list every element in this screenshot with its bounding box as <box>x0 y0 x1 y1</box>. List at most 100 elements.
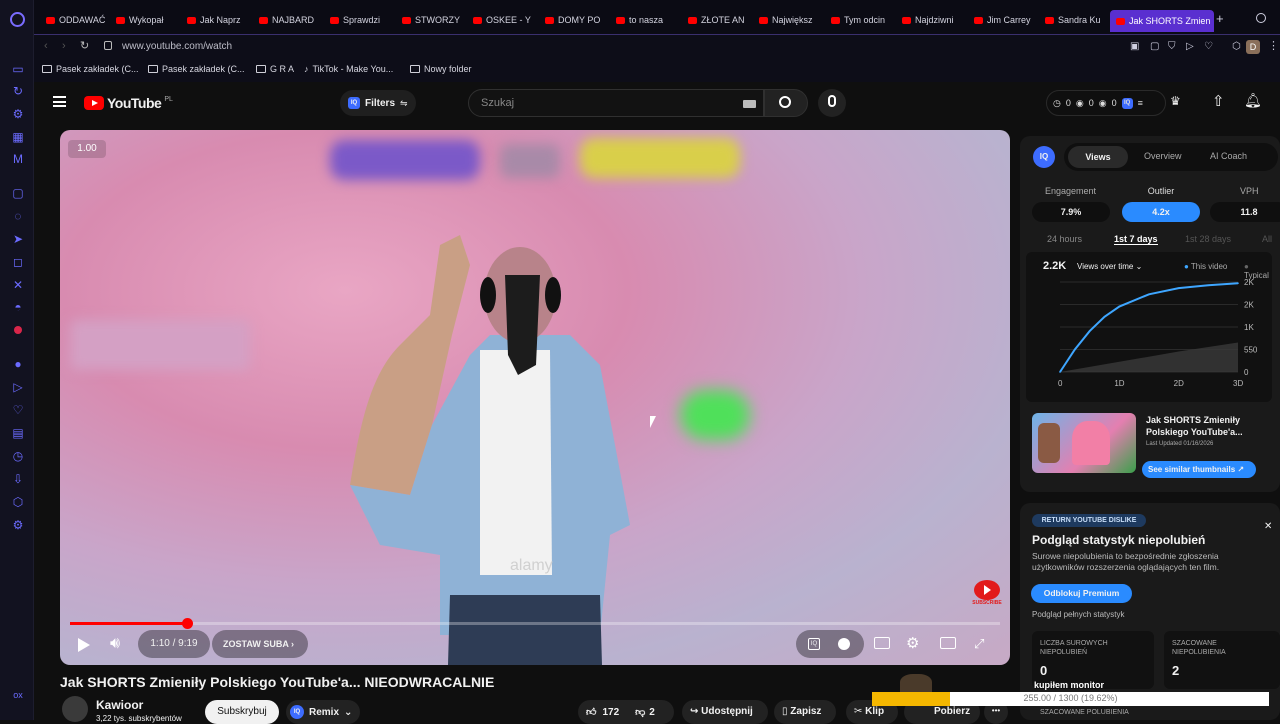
chapter-button[interactable]: ZOSTAW SUBA › <box>212 630 308 658</box>
bookmark-folder[interactable]: Pasek zakładek (C... <box>148 64 245 74</box>
telegram-icon[interactable]: ➤ <box>11 232 25 246</box>
bot-icon[interactable]: ⚙ <box>11 107 25 121</box>
url-field[interactable]: www.youtube.com/watch <box>122 41 232 52</box>
tab[interactable]: Tym odcin <box>831 9 891 31</box>
search-input[interactable]: Szukaj <box>468 89 764 117</box>
subscribe-button[interactable]: Subskrybuj <box>205 700 279 724</box>
trophy-icon[interactable]: ♛ <box>1170 94 1181 108</box>
tab[interactable]: Największ <box>759 9 819 31</box>
cast-icon[interactable]: ▷ <box>1186 41 1194 52</box>
share-button[interactable]: ↪ Udostępnij <box>682 700 768 724</box>
spotify-icon[interactable]: ● <box>11 357 25 371</box>
tab[interactable]: Jak Naprz <box>187 9 247 31</box>
download-icon[interactable]: ⇩ <box>11 472 25 486</box>
tab[interactable]: Wykopał <box>116 9 176 31</box>
bookmark-folder[interactable]: G R A <box>256 64 294 74</box>
tab[interactable]: ODDAWAĆ <box>46 9 110 31</box>
shield-icon[interactable]: ⛉ <box>1168 41 1176 52</box>
reload-icon[interactable]: ↻ <box>80 39 89 52</box>
tab-search-icon[interactable] <box>1256 13 1266 23</box>
new-tab-button[interactable]: + <box>1216 11 1224 26</box>
extension-red-icon[interactable] <box>11 323 25 337</box>
extensions-icon[interactable]: ⬡ <box>1232 41 1241 52</box>
wallet-icon[interactable]: ▤ <box>11 426 25 440</box>
bookmark-link[interactable]: ♪ TikTok - Make You... <box>304 64 393 74</box>
profile-avatar[interactable]: D <box>1246 40 1260 54</box>
twitch-icon[interactable]: ▢ <box>11 186 25 200</box>
views-over-time-dropdown[interactable]: Views over time ⌄ <box>1077 262 1142 271</box>
remix-button[interactable]: IQ Remix ⌄ <box>286 700 360 724</box>
tab[interactable]: Sprawdzi <box>330 9 390 31</box>
refresh-icon[interactable]: ↻ <box>11 84 25 98</box>
instagram-icon[interactable]: ◻ <box>11 255 25 269</box>
settings-gear-icon[interactable]: ⚙ <box>906 634 919 652</box>
tab[interactable]: OSKEE - Y <box>473 9 533 31</box>
box-icon[interactable]: ⬡ <box>11 495 25 509</box>
bookmark-folder[interactable]: Pasek zakładek (C... <box>42 64 139 74</box>
video-thumbnail[interactable] <box>1032 413 1136 473</box>
x-icon[interactable]: ✕ <box>11 278 25 292</box>
tab[interactable]: NAJBARD <box>259 9 319 31</box>
voice-search-button[interactable] <box>818 89 846 117</box>
channel-name[interactable]: Kawioor <box>96 698 143 712</box>
vidiq-player-icon[interactable]: IQ <box>808 638 820 650</box>
fullscreen-icon[interactable]: ⤢ <box>974 636 984 652</box>
tab[interactable]: Sandra Ku <box>1045 9 1105 31</box>
tab[interactable]: Jim Carrey <box>974 9 1034 31</box>
keyboard-icon[interactable] <box>743 100 756 108</box>
channel-avatar[interactable] <box>62 696 88 722</box>
metric-engagement[interactable]: 7.9% <box>1032 202 1110 222</box>
miniplayer-icon[interactable] <box>940 637 956 649</box>
close-icon[interactable]: ✕ <box>1264 521 1272 532</box>
range-28d[interactable]: 1st 28 days <box>1185 234 1231 244</box>
pause-circle-icon[interactable] <box>838 638 850 650</box>
back-icon[interactable]: ‹ <box>44 40 48 52</box>
send-icon[interactable]: ▷ <box>11 380 25 394</box>
notifications-bell-icon[interactable]: 🔔︎ <box>1244 92 1262 109</box>
metric-vph[interactable]: 11.8 <box>1210 202 1280 222</box>
forward-icon[interactable]: › <box>62 40 66 52</box>
metric-outlier[interactable]: 4.2x <box>1122 202 1200 222</box>
save-button[interactable]: ▯ Zapisz <box>774 700 836 724</box>
thumbs-up-icon[interactable]: 👍︎ <box>578 706 596 718</box>
similar-thumbnails-button[interactable]: See similar thumbnails ↗ <box>1142 461 1256 478</box>
play-icon[interactable] <box>78 638 90 652</box>
camera-icon[interactable]: ▣ <box>1130 41 1139 52</box>
range-all[interactable]: All <box>1262 234 1272 244</box>
heart-icon[interactable]: ♡ <box>11 403 25 417</box>
full-stats-link[interactable]: Podgląd pełnych statystyk <box>1032 610 1125 619</box>
aria-icon[interactable]: ▭ <box>11 62 25 76</box>
tab[interactable]: DOMY PO <box>545 9 605 31</box>
tab-active[interactable]: Jak SHORTS Zmien <box>1110 10 1214 32</box>
video-player[interactable]: 1.00 alamy SUBSCRIBE 🔊︎ 1:10 / 9:19 ZOST… <box>60 130 1010 665</box>
progress-knob[interactable] <box>182 618 194 629</box>
tab-views[interactable]: Views <box>1068 146 1128 168</box>
vidiq-counters[interactable]: ◷ 0 ◉ 0 ◉ 0 IQ ≡ <box>1046 90 1166 116</box>
history-icon[interactable]: ◷ <box>11 449 25 463</box>
opera-logo-icon[interactable] <box>10 12 25 27</box>
m-icon[interactable]: M <box>11 152 25 166</box>
discord-icon[interactable]: ◓ <box>11 300 25 314</box>
tab-ai-coach[interactable]: AI Coach <box>1210 151 1247 161</box>
filters-button[interactable]: IQ Filters ⇋ <box>340 90 416 116</box>
youtube-logo[interactable]: YouTube PL <box>84 95 173 111</box>
progress-bar[interactable] <box>70 618 1000 629</box>
settings-icon[interactable]: ⚙ <box>11 518 25 532</box>
upload-icon[interactable]: ⇧ <box>1212 92 1225 110</box>
menu-icon[interactable] <box>53 96 66 107</box>
subscribe-watermark[interactable]: SUBSCRIBE <box>972 580 1002 608</box>
range-7d[interactable]: 1st 7 days <box>1114 234 1158 245</box>
pattern-icon[interactable]: ▦ <box>11 130 25 144</box>
bookmark-folder[interactable]: Nowy folder <box>410 64 472 74</box>
messenger-icon[interactable]: ◌ <box>11 209 25 223</box>
tab[interactable]: Najdziwni <box>902 9 962 31</box>
tab[interactable]: ZŁOTE AN <box>688 9 748 31</box>
subtitles-icon[interactable] <box>874 637 890 649</box>
tab-overview[interactable]: Overview <box>1144 151 1182 161</box>
bookmark-page-icon[interactable]: ▢ <box>1150 41 1159 52</box>
more-icon[interactable]: ox <box>11 688 25 702</box>
range-24h[interactable]: 24 hours <box>1047 234 1082 244</box>
browser-menu-icon[interactable]: ⋮ <box>1268 39 1279 52</box>
unlock-premium-button[interactable]: Odblokuj Premium <box>1031 584 1132 603</box>
tab[interactable]: to nasza <box>616 9 676 31</box>
